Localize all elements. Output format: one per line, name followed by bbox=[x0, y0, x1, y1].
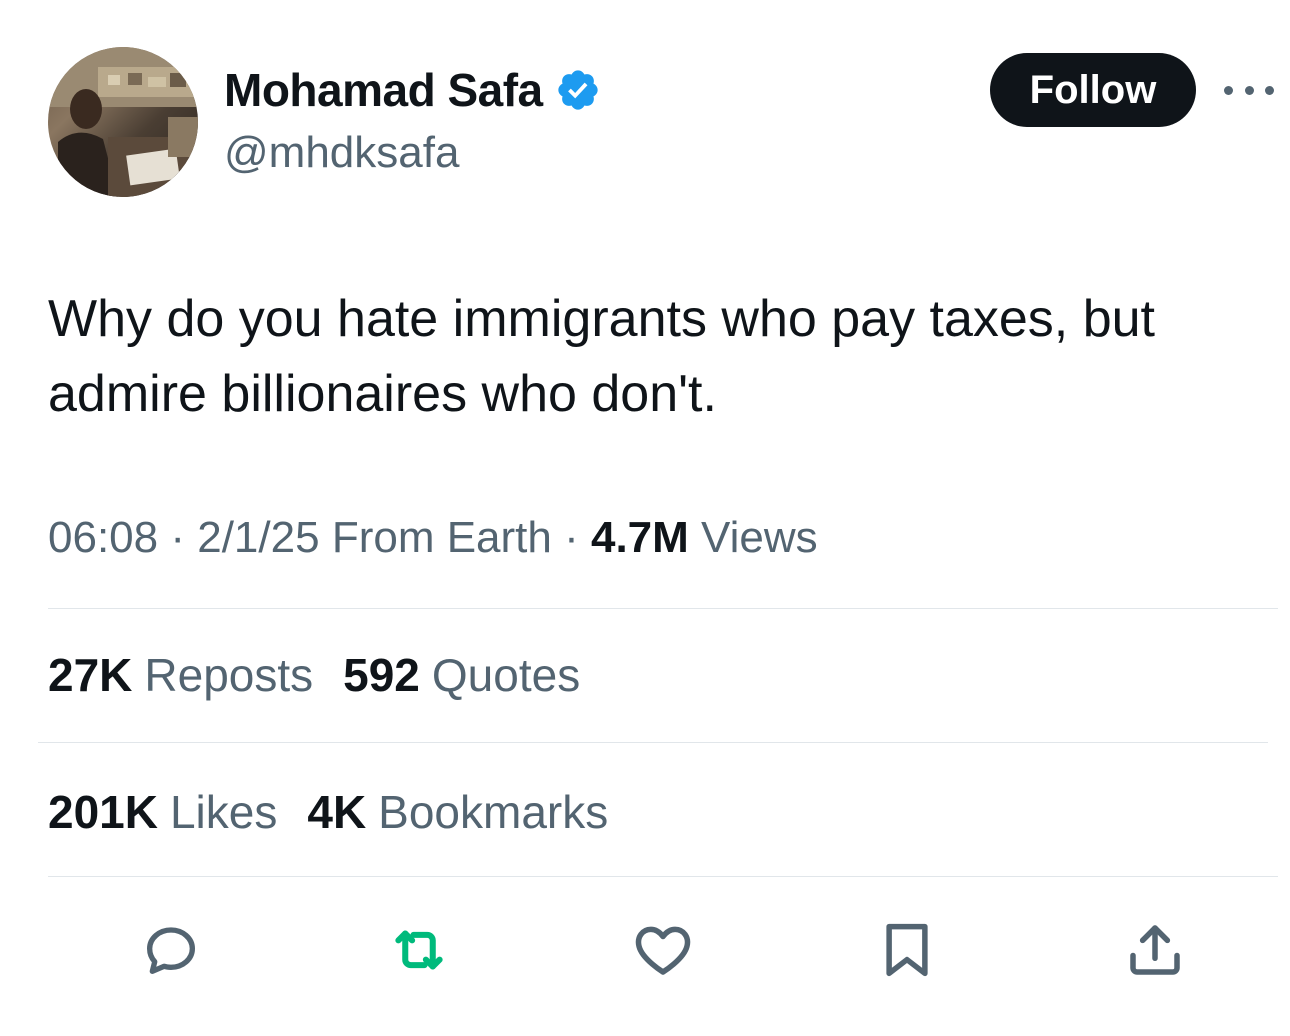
reply-icon[interactable] bbox=[136, 910, 206, 990]
likes-count: 201K bbox=[48, 786, 158, 838]
author-handle[interactable]: @mhdksafa bbox=[224, 128, 459, 178]
tweet-meta: 06:08 · 2/1/25 From Earth · 4.7M Views bbox=[48, 513, 818, 563]
stats-row-likes: 201K Likes 4K Bookmarks bbox=[48, 785, 608, 839]
tweet-time[interactable]: 06:08 bbox=[48, 513, 158, 562]
meta-separator: · bbox=[564, 513, 579, 562]
reposts-label: Reposts bbox=[144, 649, 314, 701]
divider bbox=[38, 742, 1268, 743]
tweet-card: Mohamad Safa @mhdksafa Follow Why do you… bbox=[0, 0, 1290, 1036]
views-label: Views bbox=[701, 513, 818, 562]
tweet-text: Why do you hate immigrants who pay taxes… bbox=[48, 290, 1155, 423]
action-bar bbox=[0, 910, 1290, 990]
reposts-count: 27K bbox=[48, 649, 133, 701]
author-display-name[interactable]: Mohamad Safa bbox=[224, 63, 543, 117]
tweet-source: From Earth bbox=[331, 513, 552, 562]
more-options-icon[interactable] bbox=[1224, 80, 1274, 100]
divider bbox=[48, 608, 1278, 609]
bookmarks-count: 4K bbox=[307, 786, 367, 838]
bookmarks-label: Bookmarks bbox=[378, 786, 609, 838]
verified-badge-icon[interactable] bbox=[555, 67, 601, 113]
avatar-photo bbox=[48, 47, 198, 197]
stats-row-reposts: 27K Reposts 592 Quotes bbox=[48, 648, 580, 702]
likes-label: Likes bbox=[169, 786, 278, 838]
reposts-stat[interactable]: 27K Reposts bbox=[48, 648, 313, 702]
avatar[interactable] bbox=[48, 47, 198, 197]
bookmark-icon[interactable] bbox=[872, 910, 942, 990]
divider bbox=[48, 876, 1278, 877]
views-count: 4.7M bbox=[590, 513, 689, 562]
likes-stat[interactable]: 201K Likes bbox=[48, 785, 277, 839]
quotes-count: 592 bbox=[343, 649, 420, 701]
meta-separator: · bbox=[170, 513, 185, 562]
like-icon[interactable] bbox=[628, 910, 698, 990]
author-name-row: Mohamad Safa bbox=[224, 62, 601, 118]
follow-button[interactable]: Follow bbox=[990, 53, 1196, 127]
repost-icon[interactable] bbox=[384, 910, 454, 990]
tweet-date[interactable]: 2/1/25 bbox=[197, 513, 319, 562]
quotes-stat[interactable]: 592 Quotes bbox=[343, 648, 580, 702]
share-icon[interactable] bbox=[1120, 910, 1190, 990]
bookmarks-stat[interactable]: 4K Bookmarks bbox=[307, 785, 608, 839]
quotes-label: Quotes bbox=[431, 649, 581, 701]
